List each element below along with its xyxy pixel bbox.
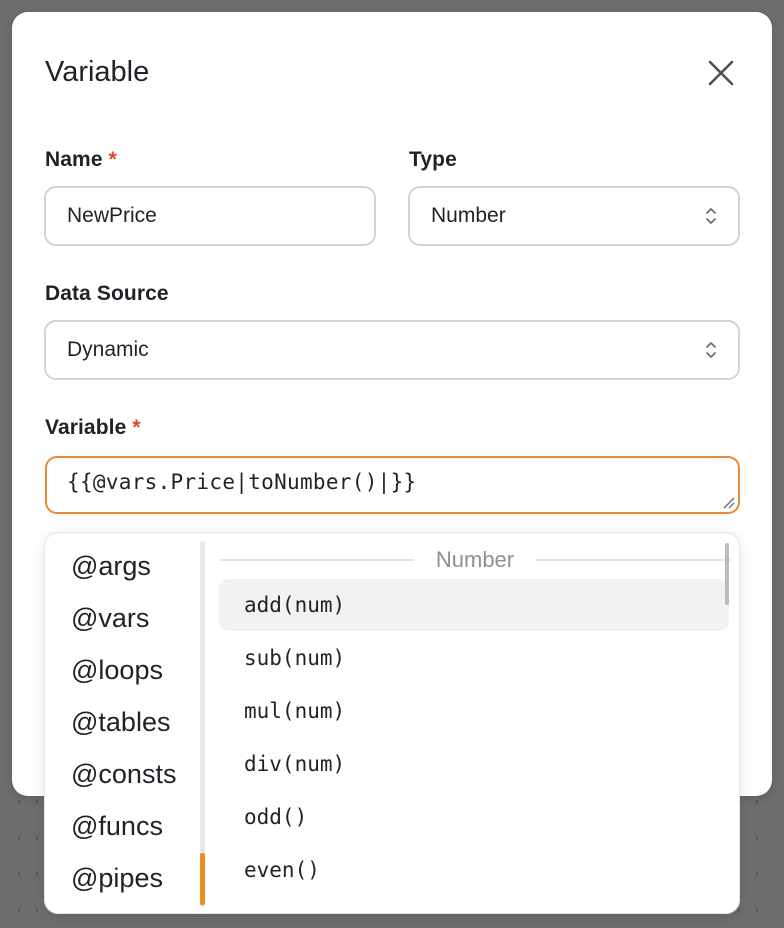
- namespace-item[interactable]: @loops: [71, 655, 163, 686]
- close-icon: [708, 60, 734, 86]
- function-item[interactable]: odd(): [219, 791, 729, 843]
- namespace-active-indicator: [200, 853, 205, 905]
- function-list: Number add(num) sub(num) mul(num) div(nu…: [219, 533, 731, 913]
- namespace-item[interactable]: @args: [71, 551, 151, 582]
- variable-expression-text: {{@vars.Price|toNumber()|}}: [67, 470, 417, 494]
- variable-label-text: Variable: [45, 416, 127, 439]
- chevron-updown-icon: [706, 208, 716, 224]
- resize-handle-icon[interactable]: [720, 494, 736, 510]
- namespace-item[interactable]: @consts: [71, 759, 176, 790]
- variable-label: Variable *: [45, 416, 141, 440]
- group-header: Number: [219, 545, 731, 575]
- autocomplete-dropdown: @args @vars @loops @tables @consts @func…: [44, 532, 740, 914]
- chevron-updown-icon: [706, 342, 716, 358]
- function-item[interactable]: mul(num): [219, 685, 729, 737]
- function-item[interactable]: even(): [219, 844, 729, 896]
- function-list-scrollbar[interactable]: [725, 543, 729, 605]
- name-input[interactable]: [67, 204, 374, 228]
- data-source-select[interactable]: Dynamic: [44, 320, 740, 380]
- namespace-item[interactable]: @funcs: [71, 811, 163, 842]
- type-select[interactable]: Number: [408, 186, 740, 246]
- namespace-item-active[interactable]: @pipes: [71, 863, 163, 894]
- function-item[interactable]: div(num): [219, 738, 729, 790]
- type-select-value: Number: [431, 204, 506, 227]
- name-field[interactable]: [44, 186, 376, 246]
- group-header-label: Number: [435, 547, 515, 572]
- function-item[interactable]: sub(num): [219, 632, 729, 684]
- data-source-label: Data Source: [45, 282, 169, 305]
- name-label: Name *: [45, 148, 117, 172]
- close-button[interactable]: [702, 56, 738, 92]
- function-item-highlighted[interactable]: add(num): [219, 579, 729, 631]
- dialog-title: Variable: [45, 56, 150, 88]
- name-label-text: Name: [45, 148, 103, 171]
- required-mark: *: [132, 416, 141, 439]
- namespace-item[interactable]: @vars: [71, 603, 149, 634]
- namespace-item[interactable]: @tables: [71, 707, 170, 738]
- required-mark: *: [108, 148, 117, 171]
- type-label: Type: [409, 148, 457, 171]
- namespace-list: @args @vars @loops @tables @consts @func…: [45, 533, 205, 913]
- divider: [536, 559, 731, 561]
- divider: [219, 559, 414, 561]
- variable-expression-input[interactable]: {{@vars.Price|toNumber()|}}: [45, 456, 740, 514]
- data-source-value: Dynamic: [67, 338, 149, 361]
